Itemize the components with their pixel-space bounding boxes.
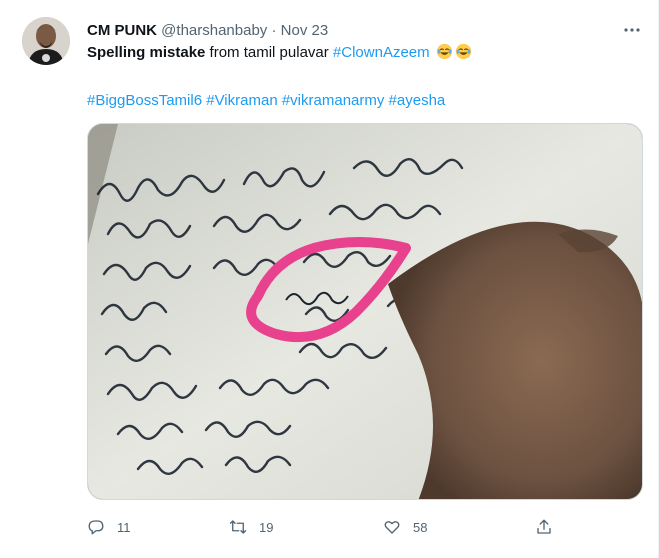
tweet-header: CM PUNK @tharshanbaby · Nov 23 xyxy=(87,21,328,41)
tweet-image[interactable] xyxy=(87,123,643,500)
retweet-count: 19 xyxy=(259,519,274,535)
hashtag-link[interactable]: #BiggBossTamil6 xyxy=(87,92,202,109)
hashtag-link[interactable]: #ClownAzeem xyxy=(333,44,430,61)
avatar-photo xyxy=(22,17,70,65)
hashtag-link[interactable]: #ayesha xyxy=(389,92,446,109)
avatar[interactable] xyxy=(22,17,70,65)
laughing-emoji xyxy=(436,43,452,60)
tweet-text: Spelling mistake from tamil pulavar #Clo… xyxy=(87,43,472,63)
author-handle[interactable]: @tharshanbaby xyxy=(161,22,267,39)
separator: · xyxy=(271,22,277,39)
share-icon xyxy=(537,519,551,534)
handwritten-letter-photo xyxy=(88,124,642,499)
hashtag-link[interactable]: #Vikraman xyxy=(206,92,277,109)
tweet-actions: 11 19 58 xyxy=(87,516,557,538)
reply-icon xyxy=(88,520,104,535)
laughing-emoji xyxy=(455,43,471,60)
tweet-card[interactable]: CM PUNK @tharshanbaby · Nov 23 Spelling … xyxy=(0,0,659,558)
like-count: 58 xyxy=(413,519,428,535)
tweet-time[interactable]: Nov 23 xyxy=(281,22,329,39)
like-button[interactable]: 58 xyxy=(383,516,427,538)
retweet-button[interactable]: 19 xyxy=(229,516,273,538)
like-icon xyxy=(384,521,400,534)
reply-button[interactable]: 11 xyxy=(87,516,131,538)
reply-count: 11 xyxy=(117,519,131,535)
tweet-text-plain: from tamil pulavar xyxy=(205,44,333,61)
share-button[interactable] xyxy=(535,516,553,538)
retweet-icon xyxy=(229,520,247,534)
tweet-text-bold: Spelling mistake xyxy=(87,44,206,61)
more-icon[interactable] xyxy=(620,20,644,40)
hashtag-link[interactable]: #vikramanarmy xyxy=(282,92,385,109)
author-name[interactable]: CM PUNK xyxy=(87,22,157,39)
hashtag-line: #BiggBossTamil6 #Vikraman #vikramanarmy … xyxy=(87,91,445,111)
